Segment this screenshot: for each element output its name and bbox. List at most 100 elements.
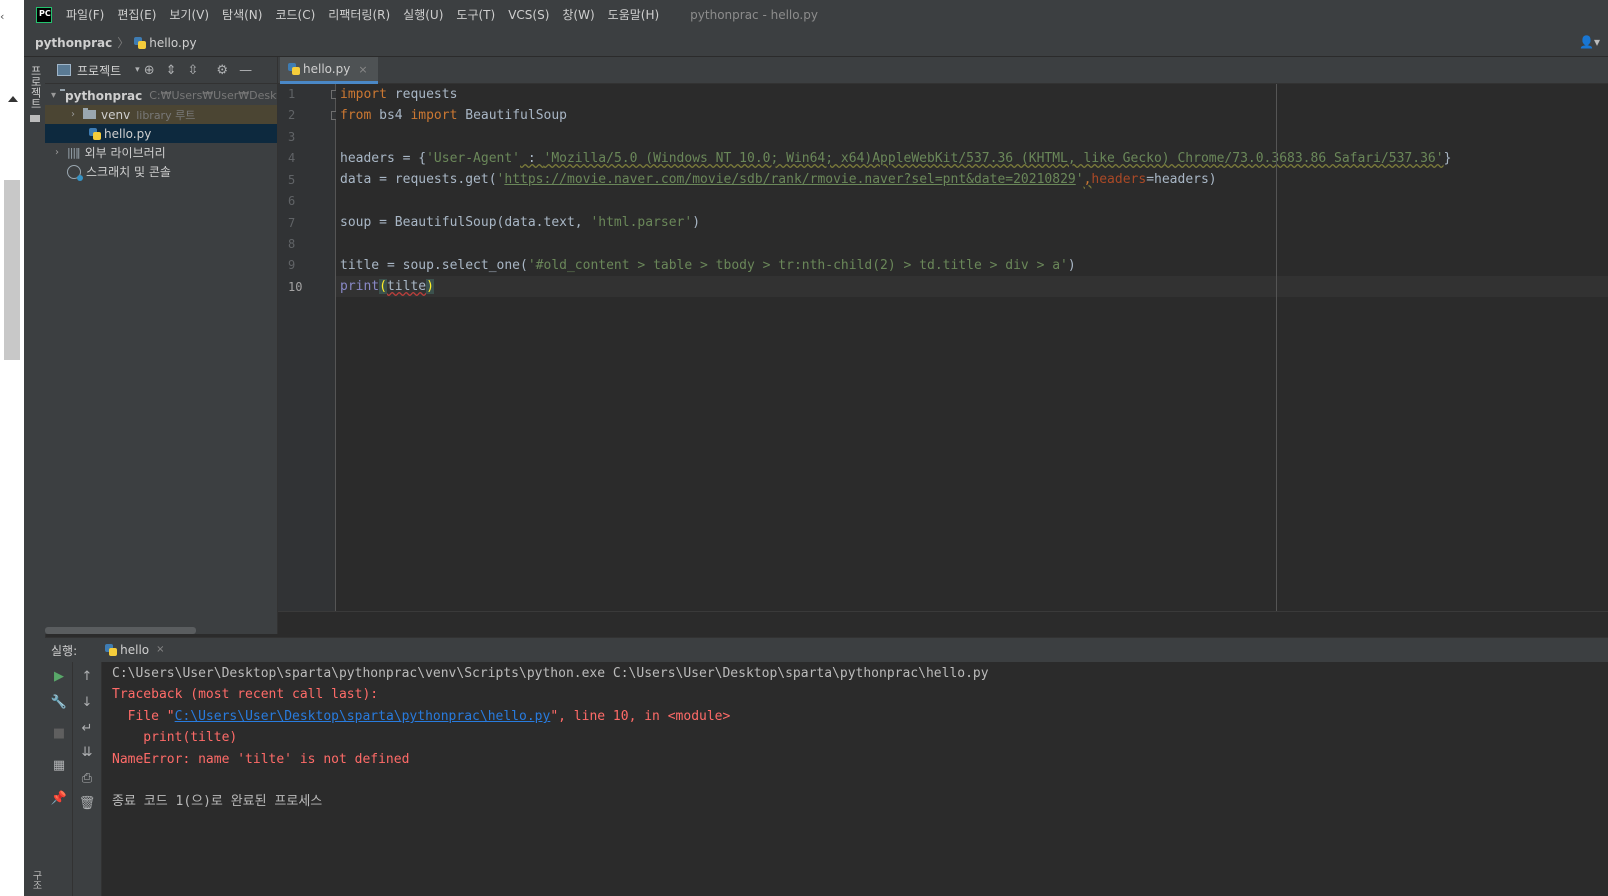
line-number: 7	[288, 216, 296, 230]
console-error: NameError: name 'tilte' is not defined	[112, 752, 410, 767]
gear-icon[interactable]: ⚙	[216, 63, 228, 78]
library-icon: |||‖	[67, 146, 81, 159]
tree-item-label: hello.py	[104, 126, 152, 141]
python-file-icon	[288, 63, 300, 75]
console-exit-status: 종료 코드 1(으)로 완료된 프로세스	[112, 794, 323, 809]
project-toolbar: 프로젝트 ▾ ⊕ ⇕ ⇳ ⚙ —	[45, 57, 277, 84]
tree-item-external-libraries[interactable]: › |||‖ 외부 라이브러리	[45, 143, 277, 162]
run-console-output[interactable]: C:\Users\User\Desktop\sparta\pythonprac\…	[102, 662, 1608, 896]
tree-item-hello-py[interactable]: hello.py	[45, 124, 277, 143]
console-command-line: C:\Users\User\Desktop\sparta\pythonprac\…	[112, 666, 989, 681]
menu-tools[interactable]: 도구(T)	[456, 6, 495, 23]
collapse-all-icon[interactable]: ⇳	[188, 63, 199, 78]
console-file-link[interactable]: C:\Users\User\Desktop\sparta\pythonprac\…	[175, 709, 551, 724]
breadcrumb-project[interactable]: pythonprac	[35, 36, 112, 50]
tree-item-label: pythonprac	[65, 88, 143, 103]
arrow-down-icon[interactable]: ↓	[79, 694, 95, 710]
breadcrumb-file[interactable]: hello.py	[149, 36, 196, 50]
code-line-1: import requests	[340, 87, 458, 102]
tree-item-label: 외부 라이브러리	[84, 146, 166, 160]
tool-window-stripe: 프로젝트 구조	[24, 57, 46, 896]
code-line-9: title = soup.select_one('#old_content > …	[340, 258, 1076, 273]
run-toolbar-primary: ▶ 🔧 ■ ▦ 📌	[45, 662, 73, 896]
menu-run[interactable]: 실행(U)	[403, 6, 443, 23]
tree-item-label: venv	[101, 107, 131, 122]
code-line-2: from bs4 import BeautifulSoup	[340, 108, 567, 123]
tree-item-label: 스크래치 및 콘솔	[86, 165, 171, 179]
line-number: 4	[288, 151, 296, 165]
code-line-7: soup = BeautifulSoup(data.text, 'html.pa…	[340, 215, 701, 230]
python-run-icon	[105, 643, 118, 656]
chevron-right-icon[interactable]: ›	[51, 147, 63, 158]
structure-tool-button[interactable]: 구조	[28, 870, 43, 890]
window-title: pythonprac - hello.py	[690, 7, 818, 22]
project-panel-title[interactable]: 프로젝트	[77, 62, 121, 79]
tree-item-path: C:₩Users₩User₩Deskto	[149, 89, 278, 102]
editor-horizontal-scrollbar[interactable]	[278, 611, 1608, 635]
menu-navigate[interactable]: 탐색(N)	[222, 6, 262, 23]
scroll-up-arrow-icon[interactable]	[8, 96, 18, 102]
line-number: 6	[288, 194, 296, 208]
close-icon[interactable]: ×	[358, 63, 367, 76]
menu-vcs[interactable]: VCS(S)	[508, 8, 549, 22]
code-line-5: data = requests.get('https://movie.naver…	[340, 172, 1217, 187]
hide-panel-icon[interactable]: —	[239, 63, 252, 78]
layout-icon[interactable]: ▦	[51, 757, 67, 773]
url-link[interactable]: https://movie.naver.com/movie/sdb/rank/r…	[504, 172, 1075, 187]
menu-code[interactable]: 코드(C)	[275, 6, 315, 23]
tab-hello-py[interactable]: hello.py ×	[280, 57, 378, 84]
rerun-play-icon[interactable]: ▶	[51, 668, 67, 684]
python-file-icon	[134, 36, 147, 49]
right-margin-guide	[1276, 84, 1277, 611]
soft-wrap-icon[interactable]: ↵	[79, 720, 95, 736]
pin-icon[interactable]: 📌	[51, 790, 67, 806]
line-number: 8	[288, 237, 296, 251]
print-icon[interactable]: ⎙	[79, 770, 95, 786]
tree-item-project-root[interactable]: ▾ pythonprac C:₩Users₩User₩Deskto	[45, 86, 277, 105]
trash-icon[interactable]: 🗑	[79, 795, 96, 811]
project-tool-button[interactable]: 프로젝트	[27, 65, 43, 109]
editor-tab-bar: hello.py ×	[278, 57, 1608, 84]
expand-all-icon[interactable]: ⇕	[166, 63, 177, 78]
menu-refactor[interactable]: 리팩터링(R)	[328, 6, 390, 23]
scratches-icon	[67, 164, 83, 181]
menu-view[interactable]: 보기(V)	[169, 6, 209, 23]
browser-scrollbar[interactable]	[4, 180, 20, 360]
project-horizontal-scrollbar[interactable]	[45, 627, 196, 634]
tree-item-venv[interactable]: › venv library 루트	[45, 105, 277, 124]
tab-label: hello.py	[303, 62, 351, 76]
tree-item-note: library 루트	[136, 108, 196, 122]
project-view-icon	[57, 64, 71, 76]
chevron-right-icon[interactable]: ›	[67, 109, 79, 120]
menu-help[interactable]: 도움말(H)	[608, 6, 660, 23]
python-file-icon	[89, 127, 101, 140]
menu-edit[interactable]: 편집(E)	[117, 6, 156, 23]
arrow-up-icon[interactable]: ↑	[79, 668, 95, 684]
tree-item-scratches[interactable]: 스크래치 및 콘솔	[45, 162, 277, 181]
dropdown-arrow-icon[interactable]: ▾	[135, 65, 140, 75]
console-file-line: File "C:\Users\User\Desktop\sparta\pytho…	[112, 709, 731, 724]
chevron-down-icon[interactable]: ▾	[51, 90, 56, 101]
run-panel-header: 실행: hello ×	[45, 637, 1608, 664]
line-number-current: 10	[288, 280, 303, 294]
run-tab-label: hello	[120, 642, 150, 657]
line-number-gutter: 1 2 3 4 5 6 7 8 9 10	[278, 84, 336, 611]
run-tab-hello[interactable]: hello ×	[99, 637, 171, 664]
close-icon[interactable]: ×	[156, 644, 164, 655]
user-account-icon[interactable]: 👤▾	[1579, 35, 1600, 49]
stop-icon[interactable]: ■	[51, 725, 67, 741]
menu-bar: PC 파일(F) 편집(E) 보기(V) 탐색(N) 코드(C) 리팩터링(R)…	[24, 0, 1608, 30]
menu-window[interactable]: 창(W)	[562, 6, 594, 23]
line-number: 1	[288, 87, 296, 101]
scroll-to-end-icon[interactable]: ⇊	[79, 744, 95, 760]
wrench-icon[interactable]: 🔧	[51, 694, 67, 710]
run-panel-label: 실행:	[51, 644, 78, 658]
line-number: 3	[288, 130, 296, 144]
menu-file[interactable]: 파일(F)	[66, 6, 104, 23]
locate-file-icon[interactable]: ⊕	[144, 63, 155, 78]
line-number: 2	[288, 108, 296, 122]
console-traceback: Traceback (most recent call last):	[112, 687, 379, 702]
folder-icon	[83, 108, 96, 119]
code-editor[interactable]: import requests from bs4 import Beautifu…	[336, 84, 1608, 611]
line-number: 5	[288, 173, 296, 187]
